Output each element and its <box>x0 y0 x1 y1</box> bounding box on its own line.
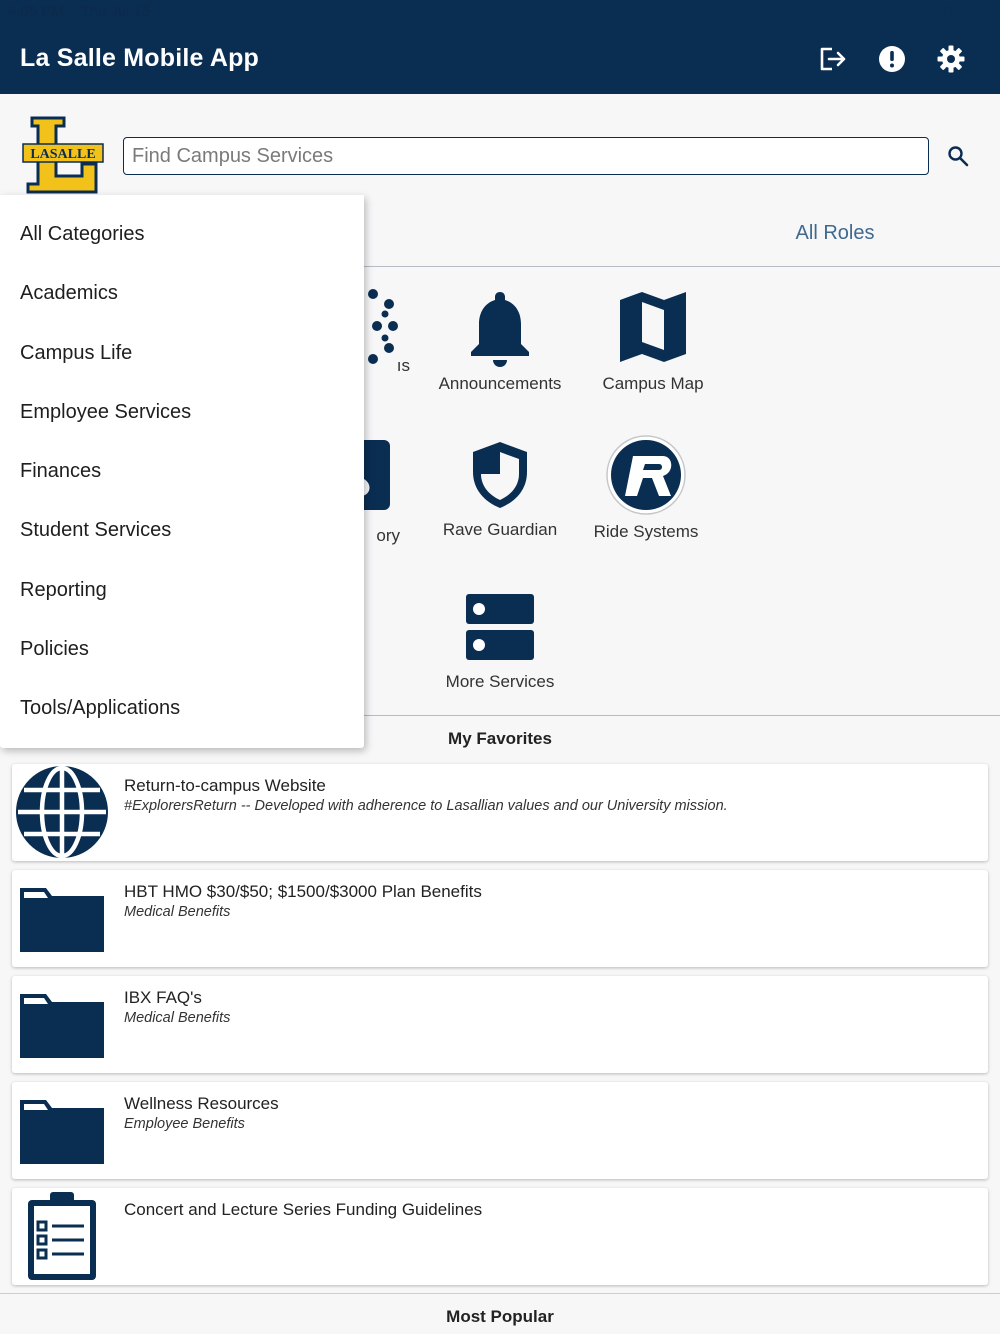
tab-all-roles[interactable]: All Roles <box>740 222 930 245</box>
wifi-icon <box>909 7 923 17</box>
ride-systems-icon <box>606 435 686 515</box>
menu-item-policies[interactable]: Policies <box>20 638 89 661</box>
service-tile-announcements[interactable]: Announcements <box>428 288 572 394</box>
menu-item-student-services[interactable]: Student Services <box>20 519 171 542</box>
app-title: La Salle Mobile App <box>20 44 260 72</box>
service-label: Ride Systems <box>593 522 699 541</box>
favorite-subtitle: Medical Benefits <box>124 1010 231 1026</box>
service-label: Rave Guardian <box>442 520 558 539</box>
service-tile-ride-systems[interactable]: Ride Systems <box>578 434 714 542</box>
status-time: 4:05 PM <box>8 3 64 20</box>
bell-icon <box>471 292 529 367</box>
favorite-subtitle: Employee Benefits <box>124 1116 245 1132</box>
menu-item-all-categories[interactable]: All Categories <box>20 223 145 246</box>
folder-icon <box>20 888 104 952</box>
menu-item-employee-services[interactable]: Employee Services <box>20 401 191 424</box>
search-input[interactable] <box>123 137 929 175</box>
favorite-title: Wellness Resources <box>124 1094 279 1113</box>
menu-item-tools-applications[interactable]: Tools/Applications <box>20 697 180 720</box>
favorite-title: Return-to-campus Website <box>124 776 326 795</box>
menu-item-finances[interactable]: Finances <box>20 460 101 483</box>
folder-icon <box>20 994 104 1058</box>
logo-text: LASALLE <box>30 147 95 162</box>
service-tile-more-services[interactable]: More Services <box>428 590 572 692</box>
service-label: Announcements <box>438 374 562 393</box>
favorite-subtitle: Medical Benefits <box>124 904 231 920</box>
favorite-title: IBX FAQ's <box>124 988 202 1007</box>
service-label: More Services <box>445 672 555 691</box>
search-icon[interactable] <box>946 144 970 168</box>
service-tile-campus-map[interactable]: Campus Map <box>588 288 718 394</box>
service-label: Campus Map <box>602 374 704 393</box>
battery-icon <box>966 5 992 18</box>
battery-percent: 30% <box>929 3 960 20</box>
section-divider <box>0 1293 1000 1294</box>
status-date: Thu Jul 15 <box>80 3 151 20</box>
app-header: 4:05 PM Thu Jul 15 30% La Salle Mobile A… <box>0 0 1000 94</box>
lasalle-logo: LASALLE <box>22 116 104 194</box>
favorite-title: HBT HMO $30/$50; $1500/$3000 Plan Benefi… <box>124 882 482 901</box>
menu-item-reporting[interactable]: Reporting <box>20 579 107 602</box>
most-popular-heading: Most Popular <box>446 1307 554 1326</box>
menu-item-academics[interactable]: Academics <box>20 282 118 305</box>
favorite-subtitle: #ExplorersReturn -- Developed with adher… <box>124 798 728 814</box>
logout-icon[interactable] <box>818 44 848 74</box>
menu-item-campus-life[interactable]: Campus Life <box>20 342 132 365</box>
favorite-item[interactable]: Return-to-campus Website #ExplorersRetur… <box>12 764 988 861</box>
favorite-item[interactable]: Concert and Lecture Series Funding Guide… <box>12 1188 988 1285</box>
folder-icon <box>20 1100 104 1164</box>
category-dropdown-menu: All Categories Academics Campus Life Emp… <box>0 195 364 748</box>
service-tile-rave-guardian[interactable]: Rave Guardian <box>428 438 572 540</box>
gear-icon[interactable] <box>936 44 966 74</box>
globe-icon <box>16 765 108 859</box>
favorite-title: Concert and Lecture Series Funding Guide… <box>124 1200 483 1219</box>
status-bar: 4:05 PM Thu Jul 15 30% <box>8 3 992 23</box>
shield-icon <box>473 442 527 508</box>
favorite-item[interactable]: HBT HMO $30/$50; $1500/$3000 Plan Benefi… <box>12 870 988 967</box>
favorite-item[interactable]: IBX FAQ's Medical Benefits <box>12 976 988 1073</box>
map-icon <box>620 292 686 362</box>
alert-icon[interactable] <box>877 44 907 74</box>
clipboard-icon <box>28 1192 96 1280</box>
favorite-item[interactable]: Wellness Resources Employee Benefits <box>12 1082 988 1179</box>
server-icon <box>466 594 534 660</box>
